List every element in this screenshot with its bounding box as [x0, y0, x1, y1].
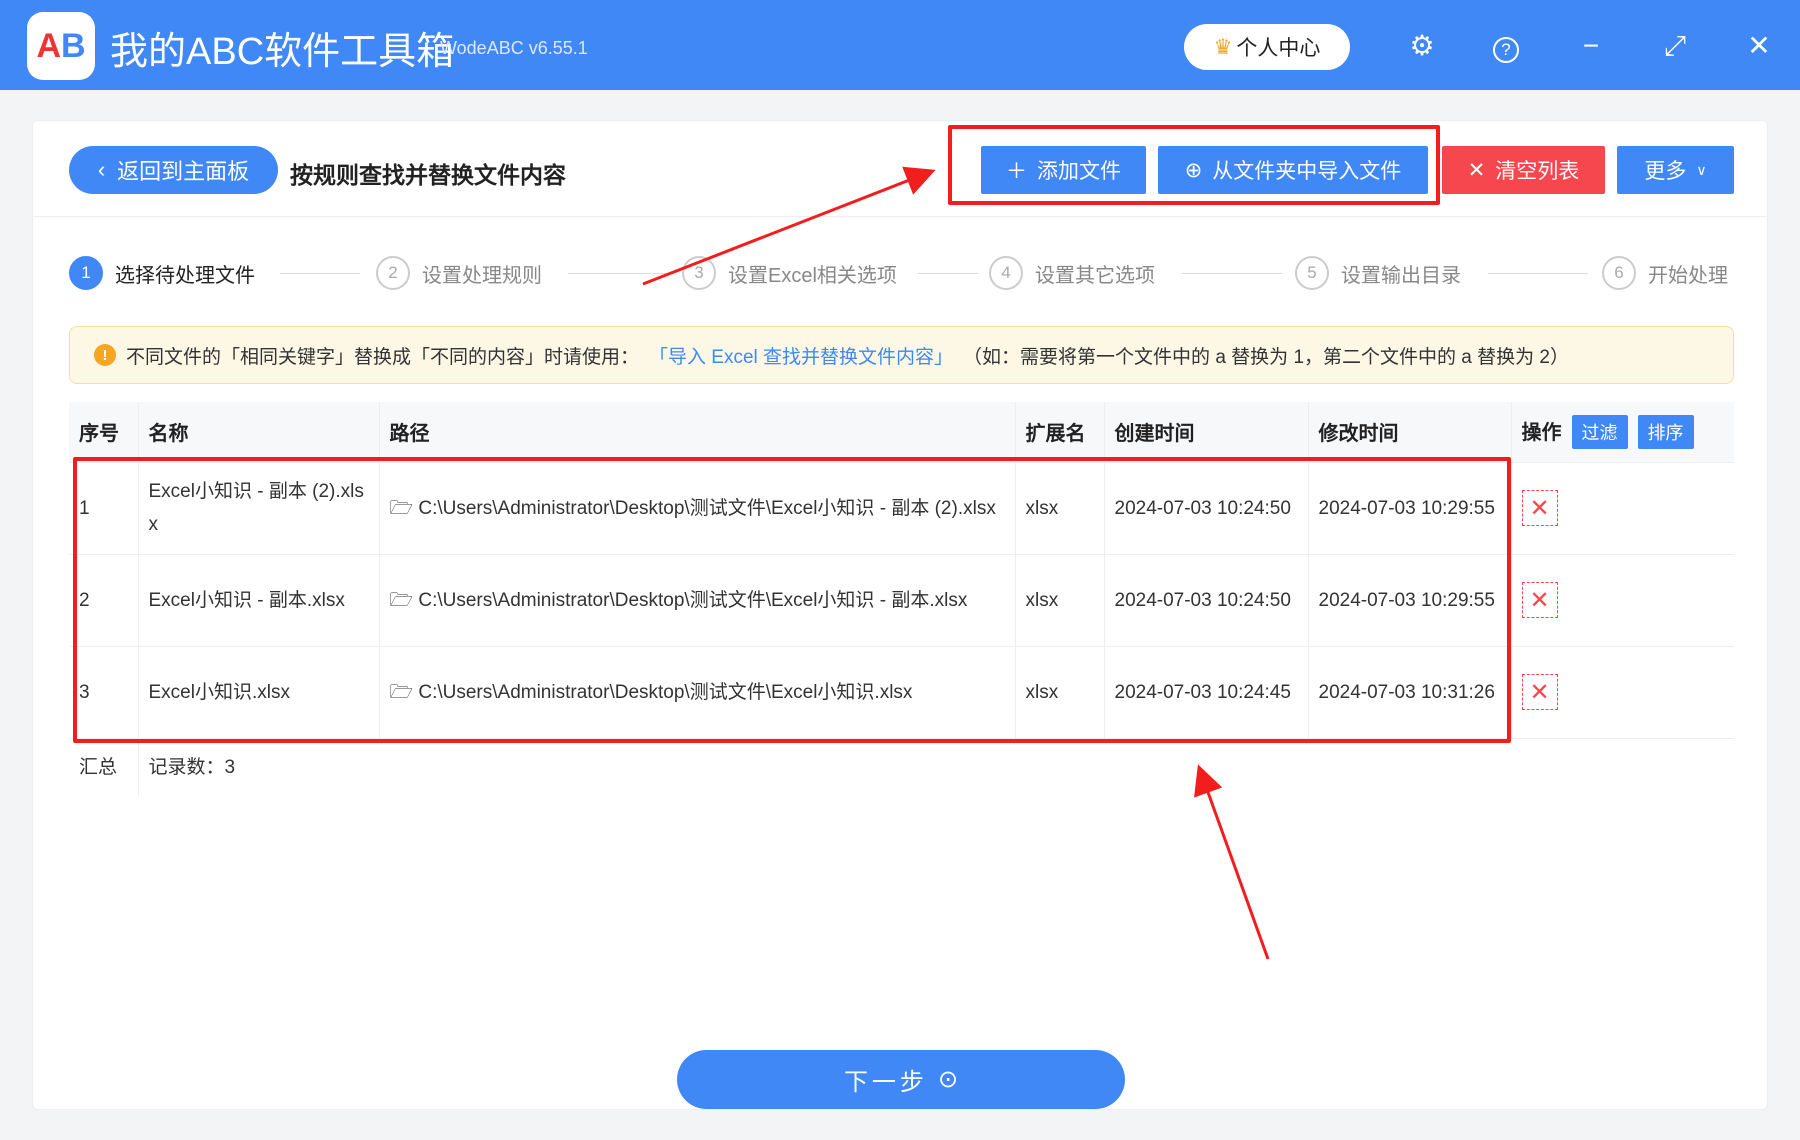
- step-label: 选择待处理文件: [115, 264, 255, 287]
- highlight-box-table: [73, 457, 1511, 743]
- step-label: 开始处理: [1648, 264, 1728, 287]
- col-name[interactable]: 名称: [138, 402, 380, 462]
- summary-label: 汇总: [69, 737, 139, 796]
- step-connector: [918, 273, 978, 274]
- step-connector: [1182, 273, 1282, 274]
- step-number: 5: [1295, 256, 1329, 290]
- col-created[interactable]: 创建时间: [1104, 402, 1309, 462]
- col-index: 序号: [69, 402, 139, 462]
- step-label: 设置处理规则: [422, 264, 542, 287]
- col-ext[interactable]: 扩展名: [1015, 402, 1105, 462]
- more-label: 更多: [1644, 160, 1687, 183]
- highlight-box-buttons: [948, 125, 1440, 205]
- chevron-down-icon: ∨: [1696, 161, 1707, 178]
- x-icon: ✕: [1467, 158, 1486, 182]
- help-icon[interactable]: ?: [1488, 28, 1524, 64]
- step-connector: [1488, 273, 1588, 274]
- step-1: 1 选择待处理文件: [69, 256, 255, 290]
- notice-text: 不同文件的「相同关键字」替换成「不同的内容」时请使用：: [126, 346, 640, 368]
- cell-ops: ✕: [1511, 645, 1734, 738]
- page-title: 按规则查找并替换文件内容: [290, 162, 566, 188]
- filter-button[interactable]: 过滤: [1571, 414, 1628, 449]
- cell-ops: ✕: [1511, 461, 1734, 554]
- step-connector: [568, 273, 668, 274]
- step-3: 3 设置Excel相关选项: [682, 256, 897, 290]
- delete-row-icon[interactable]: ✕: [1521, 582, 1558, 618]
- step-connector: [280, 273, 360, 274]
- gear-icon[interactable]: ⚙: [1404, 28, 1440, 64]
- notice-example: （如：需要将第一个文件中的 a 替换为 1，第二个文件中的 a 替换为 2）: [963, 346, 1569, 368]
- import-excel-link[interactable]: 「导入 Excel 查找并替换文件内容」: [649, 342, 953, 369]
- header-divider: [32, 216, 1768, 217]
- warning-icon: !: [94, 344, 116, 366]
- col-modified[interactable]: 修改时间: [1308, 402, 1512, 462]
- app-title: 我的ABC软件工具箱: [110, 31, 455, 73]
- delete-row-icon[interactable]: ✕: [1521, 490, 1558, 526]
- delete-row-icon[interactable]: ✕: [1521, 674, 1558, 710]
- clear-list-label: 清空列表: [1495, 160, 1580, 183]
- step-number: 3: [682, 256, 716, 290]
- chevron-left-icon: ‹: [97, 157, 106, 182]
- col-ops: 操作 过滤 排序: [1511, 402, 1734, 462]
- step-number: 6: [1602, 256, 1636, 290]
- back-label: 返回到主面板: [117, 159, 250, 184]
- maximize-icon[interactable]: ⤢: [1657, 28, 1693, 64]
- record-count: 记录数：3: [138, 737, 1734, 796]
- app-version: WodeABC v6.55.1: [440, 38, 588, 58]
- step-2: 2 设置处理规则: [376, 256, 542, 290]
- back-to-dashboard-button[interactable]: ‹ 返回到主面板: [69, 146, 278, 194]
- notice-banner: ! 不同文件的「相同关键字」替换成「不同的内容」时请使用： 「导入 Excel …: [69, 326, 1734, 384]
- more-dropdown[interactable]: 更多 ∨: [1617, 146, 1734, 194]
- crown-icon: ♛: [1213, 35, 1233, 59]
- next-label: 下一步: [843, 1069, 928, 1096]
- step-number: 4: [989, 256, 1023, 290]
- title-bar: AB 我的ABC软件工具箱 WodeABC v6.55.1 ♛ 个人中心 ⚙ ? …: [0, 0, 1800, 90]
- step-6: 6 开始处理: [1602, 256, 1728, 290]
- step-label: 设置其它选项: [1035, 264, 1155, 287]
- cell-ops: ✕: [1511, 553, 1734, 646]
- table-header: 序号 名称 路径 扩展名 创建时间 修改时间 操作 过滤 排序: [69, 402, 1734, 462]
- step-label: 设置输出目录: [1341, 264, 1461, 287]
- step-5: 5 设置输出目录: [1295, 256, 1461, 290]
- minimize-icon[interactable]: −: [1573, 28, 1609, 64]
- step-label: 设置Excel相关选项: [728, 264, 897, 287]
- step-4: 4 设置其它选项: [989, 256, 1155, 290]
- summary-row: 汇总 记录数：3: [69, 737, 1734, 796]
- step-number: 1: [69, 256, 103, 290]
- next-step-button[interactable]: 下一步 ⊙: [677, 1050, 1125, 1109]
- clear-list-button[interactable]: ✕ 清空列表: [1442, 146, 1605, 194]
- sort-button[interactable]: 排序: [1637, 414, 1694, 449]
- arrow-right-circle-icon: ⊙: [937, 1066, 959, 1093]
- close-icon[interactable]: ✕: [1741, 28, 1777, 64]
- col-path[interactable]: 路径: [379, 402, 1016, 462]
- app-logo: AB: [27, 12, 95, 80]
- user-center-label: 个人中心: [1236, 37, 1321, 60]
- step-number: 2: [376, 256, 410, 290]
- user-center-button[interactable]: ♛ 个人中心: [1184, 24, 1350, 70]
- ops-label: 操作: [1521, 421, 1562, 444]
